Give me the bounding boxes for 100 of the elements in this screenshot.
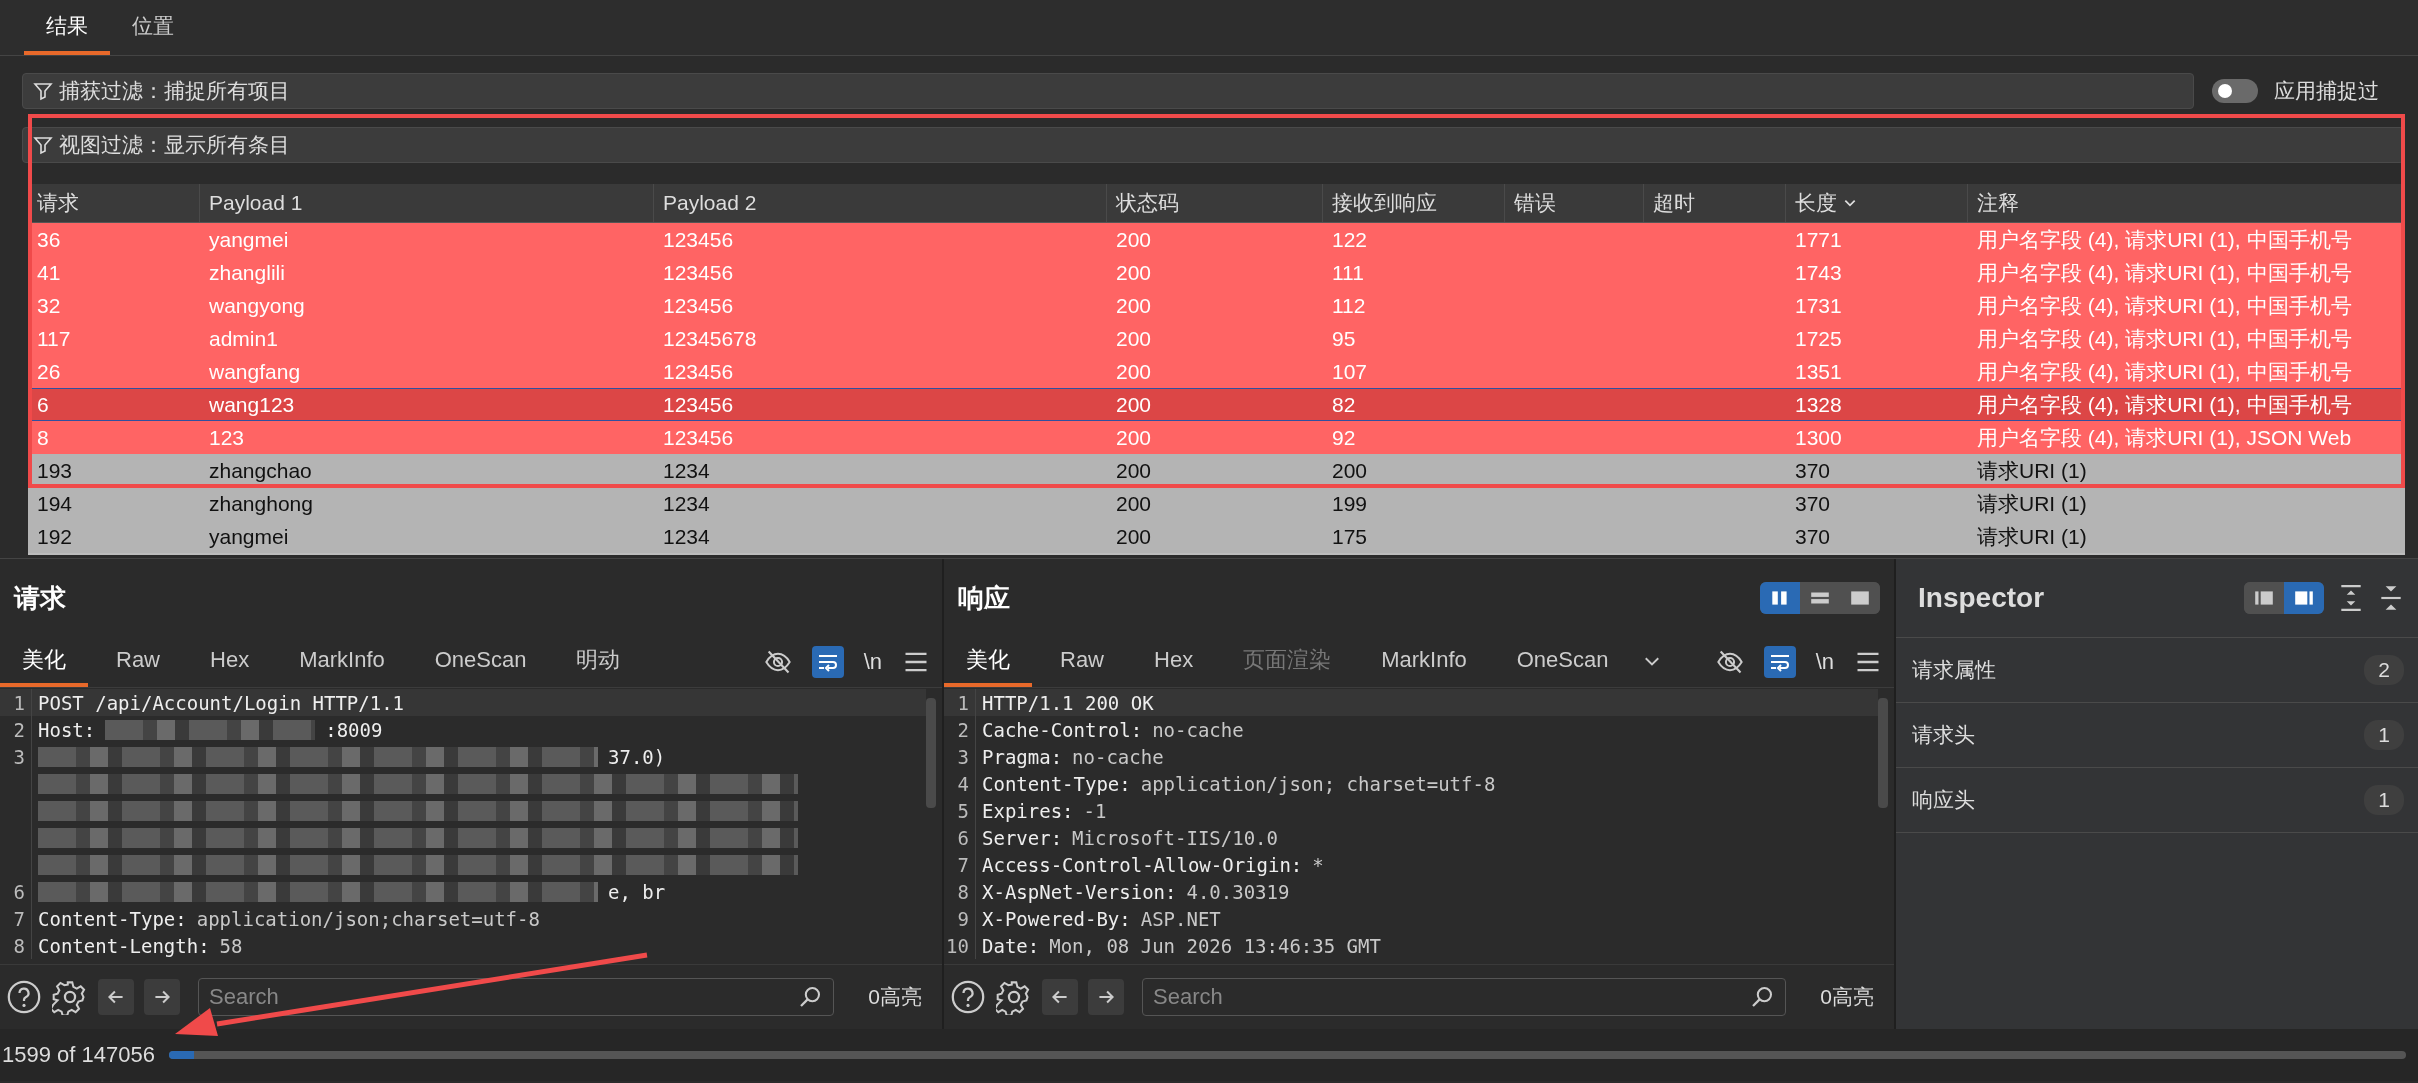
code-text: Microsoft-IIS/10.0 [1072,826,1278,849]
view-button[interactable] [2284,582,2324,614]
settings-icon[interactable] [996,979,1032,1015]
column-header[interactable]: 接收到响应 [1323,184,1505,222]
layout-button[interactable] [1760,582,1800,614]
table-cell: 200 [1116,359,1152,384]
settings-icon[interactable] [52,979,88,1015]
table-cell: 194 [37,491,73,516]
results-tab[interactable]: 位置 [110,0,196,55]
table-cell: wangfang [209,359,301,384]
column-header[interactable]: Payload 1 [200,184,654,222]
column-header[interactable]: 超时 [1644,184,1786,222]
table-cell: 200 [1116,458,1152,483]
line-number: 4 [957,772,969,795]
newline-toggle[interactable]: \n [1815,649,1834,675]
table-cell-text: 请求URI (1) [1977,457,2087,484]
word-wrap-button[interactable] [811,646,844,678]
table-cell: 112 [1332,293,1366,318]
eye-slash-icon[interactable] [763,648,792,676]
back-button[interactable] [1042,979,1078,1015]
forward-button[interactable] [1088,979,1124,1015]
toggle-label: 应用捕捉过 [2274,78,2380,104]
toggle-switch[interactable] [2212,79,2258,103]
table-cell-text: 用户名字段 (4), 请求URI (1), 中国手机号 [1977,358,2352,385]
table-cell: 1328 [1795,392,1842,417]
table-cell: 1771 [1795,227,1842,252]
line-number: 8 [13,934,25,957]
editor-tab[interactable]: Raw [94,637,182,687]
back-button[interactable] [98,979,134,1015]
code-text: -1 [1083,799,1107,822]
table-cell: 200 [1116,392,1152,417]
line-number: 8 [957,880,969,903]
table-cell: 6 [37,392,49,417]
editor-tab[interactable]: OneScan [1494,637,1631,687]
help-icon[interactable] [6,979,42,1015]
table-cell-text: 请求URI (1) [1977,523,2087,550]
inspector-section[interactable]: 请求属性 2 [1896,637,2418,702]
left-sidebar-icon [2253,589,2275,607]
editor-tab[interactable]: MarkInfo [277,637,407,687]
line-number: 3 [13,745,25,768]
table-cell: 12345678 [663,326,757,351]
column-header[interactable]: 错误 [1505,184,1644,222]
search-field[interactable]: Search [1142,978,1787,1016]
table-cell: 1234 [663,458,710,483]
newline-toggle[interactable]: \n [863,649,882,675]
view-filter-bar[interactable]: 视图过滤：显示所有条目 [22,127,2404,163]
table-cell: 200 [1116,524,1152,549]
collapse-icon[interactable] [2378,584,2404,612]
table-cell: 123456 [663,260,734,285]
code-text: Content-Type: [38,907,187,930]
column-header[interactable]: Payload 2 [654,184,1107,222]
table-cell: 1743 [1795,260,1842,285]
scrollbar[interactable] [1878,698,1888,808]
help-icon[interactable] [950,979,986,1015]
code-text: Host: [38,718,96,741]
table-cell: 26 [37,359,61,384]
editor-tab[interactable]: Raw [1038,637,1126,687]
eye-slash-icon[interactable] [1715,648,1744,676]
code-text: Access-Control-Allow-Origin: [982,853,1303,876]
editor-tab[interactable]: Hex [188,637,272,687]
editor-tab[interactable]: Hex [1132,637,1216,687]
table-row[interactable]: 192 yangmei 1234 200 175 370 请求URI (1) [28,520,2405,553]
code-text: 37.0) [608,745,666,768]
results-tab[interactable]: 结果 [24,0,110,55]
code-text: Server: [982,826,1063,849]
word-wrap-button[interactable] [1763,646,1796,678]
table-cell: 117 [37,326,71,351]
editor-tab[interactable]: 明动 [554,637,643,687]
table-cell: 107 [1332,359,1368,384]
highlight-count: 0高亮 [1819,984,1875,1010]
table-row[interactable]: 194 zhanghong 1234 200 199 370 请求URI (1) [28,487,2405,520]
table-cell-text: 用户名字段 (4), 请求URI (1), 中国手机号 [1977,391,2352,418]
table-cell: 95 [1332,326,1356,351]
line-number: 7 [13,907,25,930]
code-text: Expires: [982,799,1074,822]
editor-tab[interactable]: MarkInfo [1359,637,1489,687]
table-cell: 370 [1795,491,1831,516]
right-sidebar-icon [2293,589,2315,607]
line-number: 5 [957,799,969,822]
column-header[interactable]: 长度 [1786,184,1968,222]
editor-tab[interactable]: OneScan [412,637,549,687]
table-cell: 123456 [663,359,734,384]
search-field[interactable]: Search [198,978,835,1016]
table-cell-text: 用户名字段 (4), 请求URI (1), 中国手机号 [1977,259,2352,286]
code-text: Cache-Control: [982,718,1143,741]
forward-button[interactable] [144,979,180,1015]
capture-filter-bar[interactable]: 捕获过滤：捕捉所有项目 [22,73,2194,109]
line-number: 6 [13,880,25,903]
column-header[interactable]: 注释 [1968,184,2405,222]
line-number: 7 [957,853,969,876]
table-cell: 200 [1116,326,1152,351]
expand-icon[interactable] [2338,584,2364,612]
scrollbar[interactable] [926,698,936,808]
column-header[interactable]: 请求 [28,184,200,222]
table-cell: 123456 [663,293,734,318]
inspector-section[interactable]: 请求头 1 [1896,702,2418,767]
table-cell: 123456 [663,392,734,417]
column-header[interactable]: 状态码 [1107,184,1323,222]
inspector-section[interactable]: 响应头 1 [1896,767,2418,833]
code-text: POST /api/Account/Login HTTP/1.1 [38,691,405,714]
